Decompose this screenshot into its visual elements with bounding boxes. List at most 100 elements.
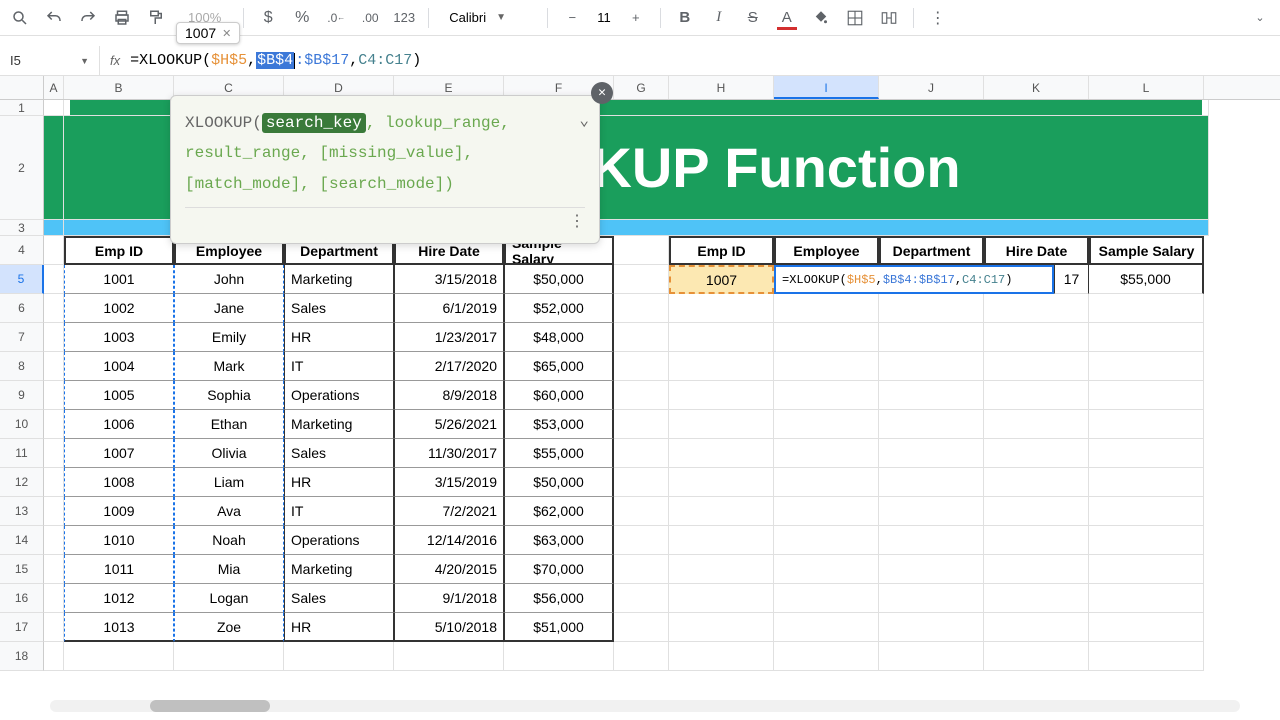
row-header[interactable]: 6	[0, 294, 44, 323]
row-header[interactable]: 4	[0, 236, 44, 265]
cell-empid[interactable]: 1001	[64, 265, 174, 294]
cell-department[interactable]: HR	[284, 468, 394, 497]
col-header[interactable]: K	[984, 76, 1089, 99]
row-header[interactable]: 9	[0, 381, 44, 410]
cell-department[interactable]: Operations	[284, 526, 394, 555]
cell-salary[interactable]: $63,000	[504, 526, 614, 555]
borders-icon[interactable]	[845, 8, 865, 28]
hiredate-fragment[interactable]: 17	[1054, 265, 1089, 294]
col-header[interactable]: G	[614, 76, 669, 99]
cell-salary[interactable]: $60,000	[504, 381, 614, 410]
cell-hiredate[interactable]: 3/15/2019	[394, 468, 504, 497]
row-header[interactable]: 2	[0, 116, 44, 220]
row-header[interactable]: 3	[0, 220, 44, 236]
more-icon[interactable]: ⋮	[928, 8, 948, 28]
cell-employee[interactable]: Ava	[174, 497, 284, 526]
cell-department[interactable]: Sales	[284, 584, 394, 613]
row-header[interactable]: 1	[0, 100, 44, 116]
col-header[interactable]: B	[64, 76, 174, 99]
row-header[interactable]: 13	[0, 497, 44, 526]
row-header[interactable]: 7	[0, 323, 44, 352]
zoom-dropdown[interactable]: 100% 1007✕	[180, 8, 229, 27]
cell-hiredate[interactable]: 6/1/2019	[394, 294, 504, 323]
cell-employee[interactable]: Mark	[174, 352, 284, 381]
cell-empid[interactable]: 1006	[64, 410, 174, 439]
cell-hiredate[interactable]: 12/14/2016	[394, 526, 504, 555]
cell-department[interactable]: HR	[284, 323, 394, 352]
cell-empid[interactable]: 1009	[64, 497, 174, 526]
cell-empid[interactable]: 1008	[64, 468, 174, 497]
table-header[interactable]: Hire Date	[984, 236, 1089, 265]
cell-employee[interactable]: Logan	[174, 584, 284, 613]
font-size-input[interactable]: 11	[590, 8, 618, 27]
cell-employee[interactable]: Jane	[174, 294, 284, 323]
cell-empid[interactable]: 1011	[64, 555, 174, 584]
cell-salary[interactable]: $70,000	[504, 555, 614, 584]
row-header[interactable]: 15	[0, 555, 44, 584]
increase-decimal-icon[interactable]: .00	[360, 8, 380, 28]
cell-empid[interactable]: 1010	[64, 526, 174, 555]
italic-icon[interactable]: I	[709, 8, 729, 28]
table-header[interactable]: Emp ID	[64, 236, 174, 265]
cell-hiredate[interactable]: 8/9/2018	[394, 381, 504, 410]
col-header[interactable]: L	[1089, 76, 1204, 99]
cell-employee[interactable]: Ethan	[174, 410, 284, 439]
decrease-font-icon[interactable]: −	[562, 8, 582, 28]
cell-salary[interactable]: $56,000	[504, 584, 614, 613]
cell-empid[interactable]: 1003	[64, 323, 174, 352]
cell-department[interactable]: IT	[284, 497, 394, 526]
cell-department[interactable]: Sales	[284, 439, 394, 468]
cell-employee[interactable]: Olivia	[174, 439, 284, 468]
cell-salary[interactable]: $55,000	[504, 439, 614, 468]
col-header[interactable]: A	[44, 76, 64, 99]
cell-salary[interactable]: $48,000	[504, 323, 614, 352]
col-header[interactable]: H	[669, 76, 774, 99]
table-header[interactable]: Emp ID	[669, 236, 774, 265]
lookup-salary[interactable]: $55,000	[1089, 265, 1204, 294]
cell-hiredate[interactable]: 5/26/2021	[394, 410, 504, 439]
cell-hiredate[interactable]: 2/17/2020	[394, 352, 504, 381]
row-header[interactable]: 8	[0, 352, 44, 381]
cell-employee[interactable]: Emily	[174, 323, 284, 352]
cell-salary[interactable]: $65,000	[504, 352, 614, 381]
fill-color-icon[interactable]	[811, 8, 831, 28]
cell-department[interactable]: Marketing	[284, 410, 394, 439]
cell-hiredate[interactable]: 4/20/2015	[394, 555, 504, 584]
cell-department[interactable]: Operations	[284, 381, 394, 410]
cell-hiredate[interactable]: 3/15/2018	[394, 265, 504, 294]
close-icon[interactable]: ✕	[222, 27, 231, 40]
cell-employee[interactable]: John	[174, 265, 284, 294]
cell-hiredate[interactable]: 1/23/2017	[394, 323, 504, 352]
number-format-menu[interactable]: 123	[394, 8, 414, 28]
row-header[interactable]: 10	[0, 410, 44, 439]
cell-empid[interactable]: 1005	[64, 381, 174, 410]
cell-salary[interactable]: $53,000	[504, 410, 614, 439]
cell-empid[interactable]: 1002	[64, 294, 174, 323]
bold-icon[interactable]: B	[675, 8, 695, 28]
active-formula-cell[interactable]: =XLOOKUP( $H$5, $B$4:$B$17, C4:C17 )	[774, 265, 1054, 294]
cell-employee[interactable]: Liam	[174, 468, 284, 497]
decrease-decimal-icon[interactable]: .0←	[326, 8, 346, 28]
cell-department[interactable]: Marketing	[284, 555, 394, 584]
cell-salary[interactable]: $51,000	[504, 613, 614, 642]
search-icon[interactable]	[10, 8, 30, 28]
cell-hiredate[interactable]: 9/1/2018	[394, 584, 504, 613]
select-all-corner[interactable]	[0, 76, 44, 99]
col-header[interactable]: I	[774, 76, 879, 99]
cell-empid[interactable]: 1004	[64, 352, 174, 381]
print-icon[interactable]	[112, 8, 132, 28]
row-header[interactable]: 17	[0, 613, 44, 642]
cell-department[interactable]: Sales	[284, 294, 394, 323]
table-header[interactable]: Employee	[774, 236, 879, 265]
row-header[interactable]: 11	[0, 439, 44, 468]
cell-hiredate[interactable]: 5/10/2018	[394, 613, 504, 642]
redo-icon[interactable]	[78, 8, 98, 28]
cell-empid[interactable]: 1007	[64, 439, 174, 468]
chevron-down-icon[interactable]: ⌄	[579, 106, 589, 136]
cell-employee[interactable]: Sophia	[174, 381, 284, 410]
cell-salary[interactable]: $62,000	[504, 497, 614, 526]
strikethrough-icon[interactable]: S	[743, 8, 763, 28]
cell-employee[interactable]: Mia	[174, 555, 284, 584]
formula-input[interactable]: =XLOOKUP( $H$5 , $B$4 :$B$17 , C4:C17 )	[130, 52, 421, 69]
increase-font-icon[interactable]: +	[626, 8, 646, 28]
